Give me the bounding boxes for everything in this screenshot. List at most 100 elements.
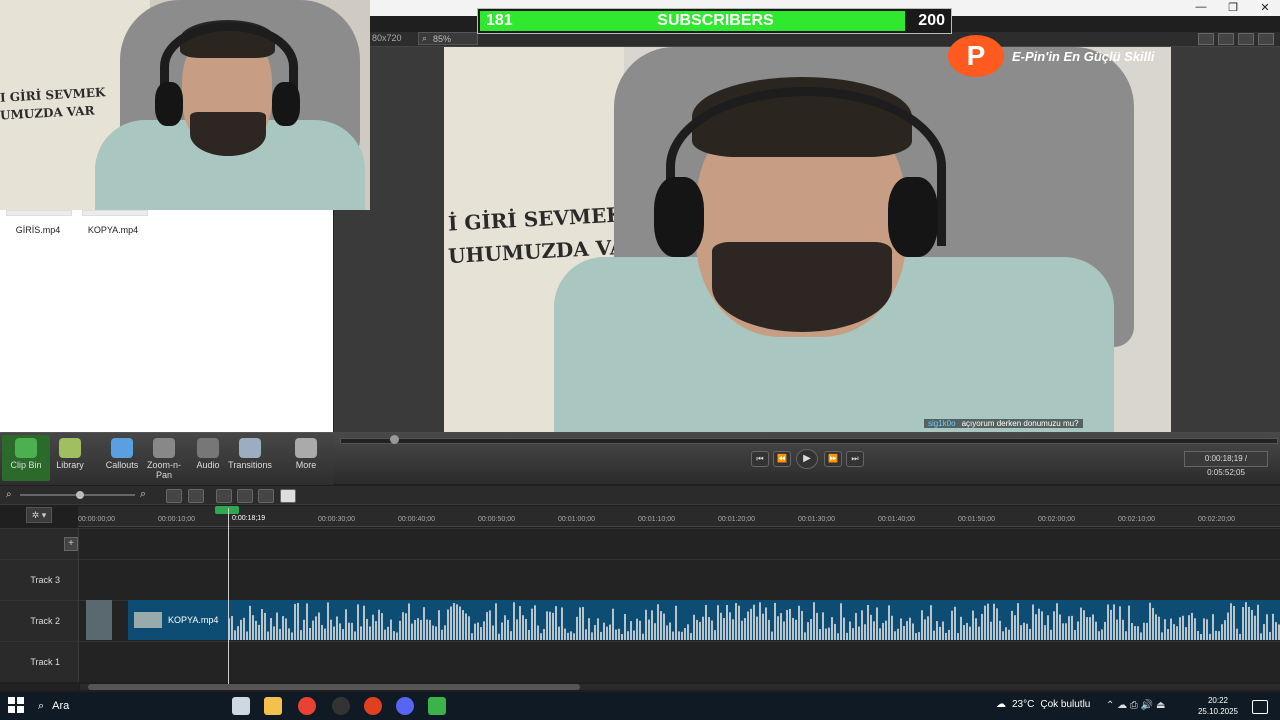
track-row[interactable]: Track 1 [0,641,1280,682]
camtasia-icon[interactable] [428,697,446,715]
chrome-icon[interactable] [298,697,316,715]
waveform-bar [714,630,716,640]
waveform-bar [375,621,377,640]
waveform-bar [549,611,551,640]
waveform-bar [912,623,914,640]
waveform-bar [1242,607,1244,640]
waveform-bar [1068,616,1070,640]
undo-icon[interactable] [166,489,182,503]
waveform-bar [645,609,647,640]
tab-clip-bin[interactable]: Clip Bin [2,435,50,481]
close-button[interactable]: ✕ [1258,1,1272,14]
rewind-button[interactable]: ⏪ [773,451,791,467]
waveform-bar [450,606,452,640]
zoom-out-icon[interactable]: ⌕ [6,489,12,500]
task-view-icon[interactable] [232,697,250,715]
library-icon [59,438,81,458]
waveform-bar [513,602,515,640]
next-clip-button[interactable]: ⏭ [846,451,864,467]
preview-canvas[interactable]: İ GİRİ SEVMEK UHUMUZDA VAR [444,47,1171,433]
search-placeholder: Ara [52,700,70,712]
waveform-bar [1218,631,1220,640]
ruler-tick: 00:01:10;00 [638,516,675,523]
clip-bin-panel: GİRİS.mp4 KOPYA.mp4 [0,210,333,432]
clip-thumbnail[interactable] [6,210,72,216]
app-icon[interactable] [332,697,350,715]
weather-widget[interactable]: ☁ 23°C Çok bulutlu [996,699,1090,710]
waveform-bar [651,610,653,640]
waveform-bar [1245,602,1247,640]
copy-icon[interactable] [258,489,274,503]
webcam-overlay: I GİRİ SEVMEK UMUZDA VAR [0,0,370,210]
add-track-button[interactable]: + [64,537,78,551]
playhead-line[interactable] [228,508,229,684]
waveform-bar [447,609,449,640]
canvas-dimensions[interactable]: 80x720 [372,33,402,43]
tab-zoom-n-pan[interactable]: Zoom-n-Pan [140,435,188,480]
fast-forward-button[interactable]: ⏩ [824,451,842,467]
zoom-slider-handle[interactable] [76,491,84,499]
tab-label: Clip Bin [10,460,42,470]
split-icon[interactable] [237,489,253,503]
fullscreen-icon[interactable] [1258,33,1274,45]
paste-icon[interactable] [280,489,296,503]
scrub-handle[interactable] [390,435,399,444]
detach-icon[interactable] [1238,33,1254,45]
redo-icon[interactable] [188,489,204,503]
notification-icon[interactable] [1252,700,1268,714]
pan-icon[interactable] [1218,33,1234,45]
waveform-bar [942,621,944,640]
waveform-bar [1011,610,1013,640]
waveform-bar [1161,632,1163,640]
waveform-bar [915,633,917,640]
video-clip-segment[interactable] [86,600,112,640]
waveform-bar [1170,618,1172,640]
playhead-handle[interactable] [215,506,239,514]
scrollbar-thumb[interactable] [88,684,580,690]
waveform-bar [936,621,938,640]
waveform-bar [387,626,389,640]
tab-callouts[interactable]: Callouts [98,435,146,470]
waveform-bar [669,622,671,640]
tab-library[interactable]: Library [46,435,94,470]
timeline-settings-button[interactable]: ✲ ▾ [26,507,52,523]
play-button[interactable]: ▶ [796,449,818,469]
tab-transitions[interactable]: Transitions [226,435,274,470]
waveform-bar [246,631,248,640]
taskbar-search[interactable]: ⌕ Ara [34,694,228,718]
system-tray[interactable]: ⌃ ☁ ⎙ 🔊 ⏏ [1106,700,1165,711]
waveform-bar [240,619,242,640]
minimize-button[interactable]: — [1194,1,1208,14]
waveform-bar [756,616,758,640]
track-panel-footer [0,684,78,690]
timeline-clip[interactable] [128,600,1280,640]
scrub-bar[interactable] [340,438,1278,444]
zoom-in-icon[interactable]: ⌕ [140,488,146,501]
cut-icon[interactable] [216,489,232,503]
waveform-bar [1128,605,1130,640]
waveform-bar [882,622,884,640]
previous-clip-button[interactable]: ⏮ [751,451,769,467]
discord-icon[interactable] [396,697,414,715]
tab-more[interactable]: More [282,435,330,470]
waveform-bar [1155,614,1157,640]
waveform-bar [570,631,572,640]
taskbar-clock[interactable]: 20:22 25.10.2025 [1196,695,1240,717]
clip-label[interactable]: KOPYA.mp4 [73,225,153,235]
windows-start-icon[interactable] [8,697,24,713]
waveform-bar [564,628,566,640]
zoom-dropdown[interactable]: ⌕ 85% [418,32,478,45]
file-explorer-icon[interactable] [264,697,282,715]
track-row[interactable]: Track 3 [0,559,1280,600]
waveform-bar [243,617,245,640]
waveform-bar [531,608,533,640]
waveform-bar [1233,606,1235,640]
tab-audio[interactable]: Audio [184,435,232,470]
restore-button[interactable]: ❐ [1226,1,1240,14]
game-icon[interactable] [364,697,382,715]
waveform-bar [1017,603,1019,640]
clip-thumbnail[interactable] [82,210,148,216]
webcam-earcup-left [155,82,183,126]
clip-label[interactable]: GİRİS.mp4 [0,225,78,235]
crop-icon[interactable] [1198,33,1214,45]
